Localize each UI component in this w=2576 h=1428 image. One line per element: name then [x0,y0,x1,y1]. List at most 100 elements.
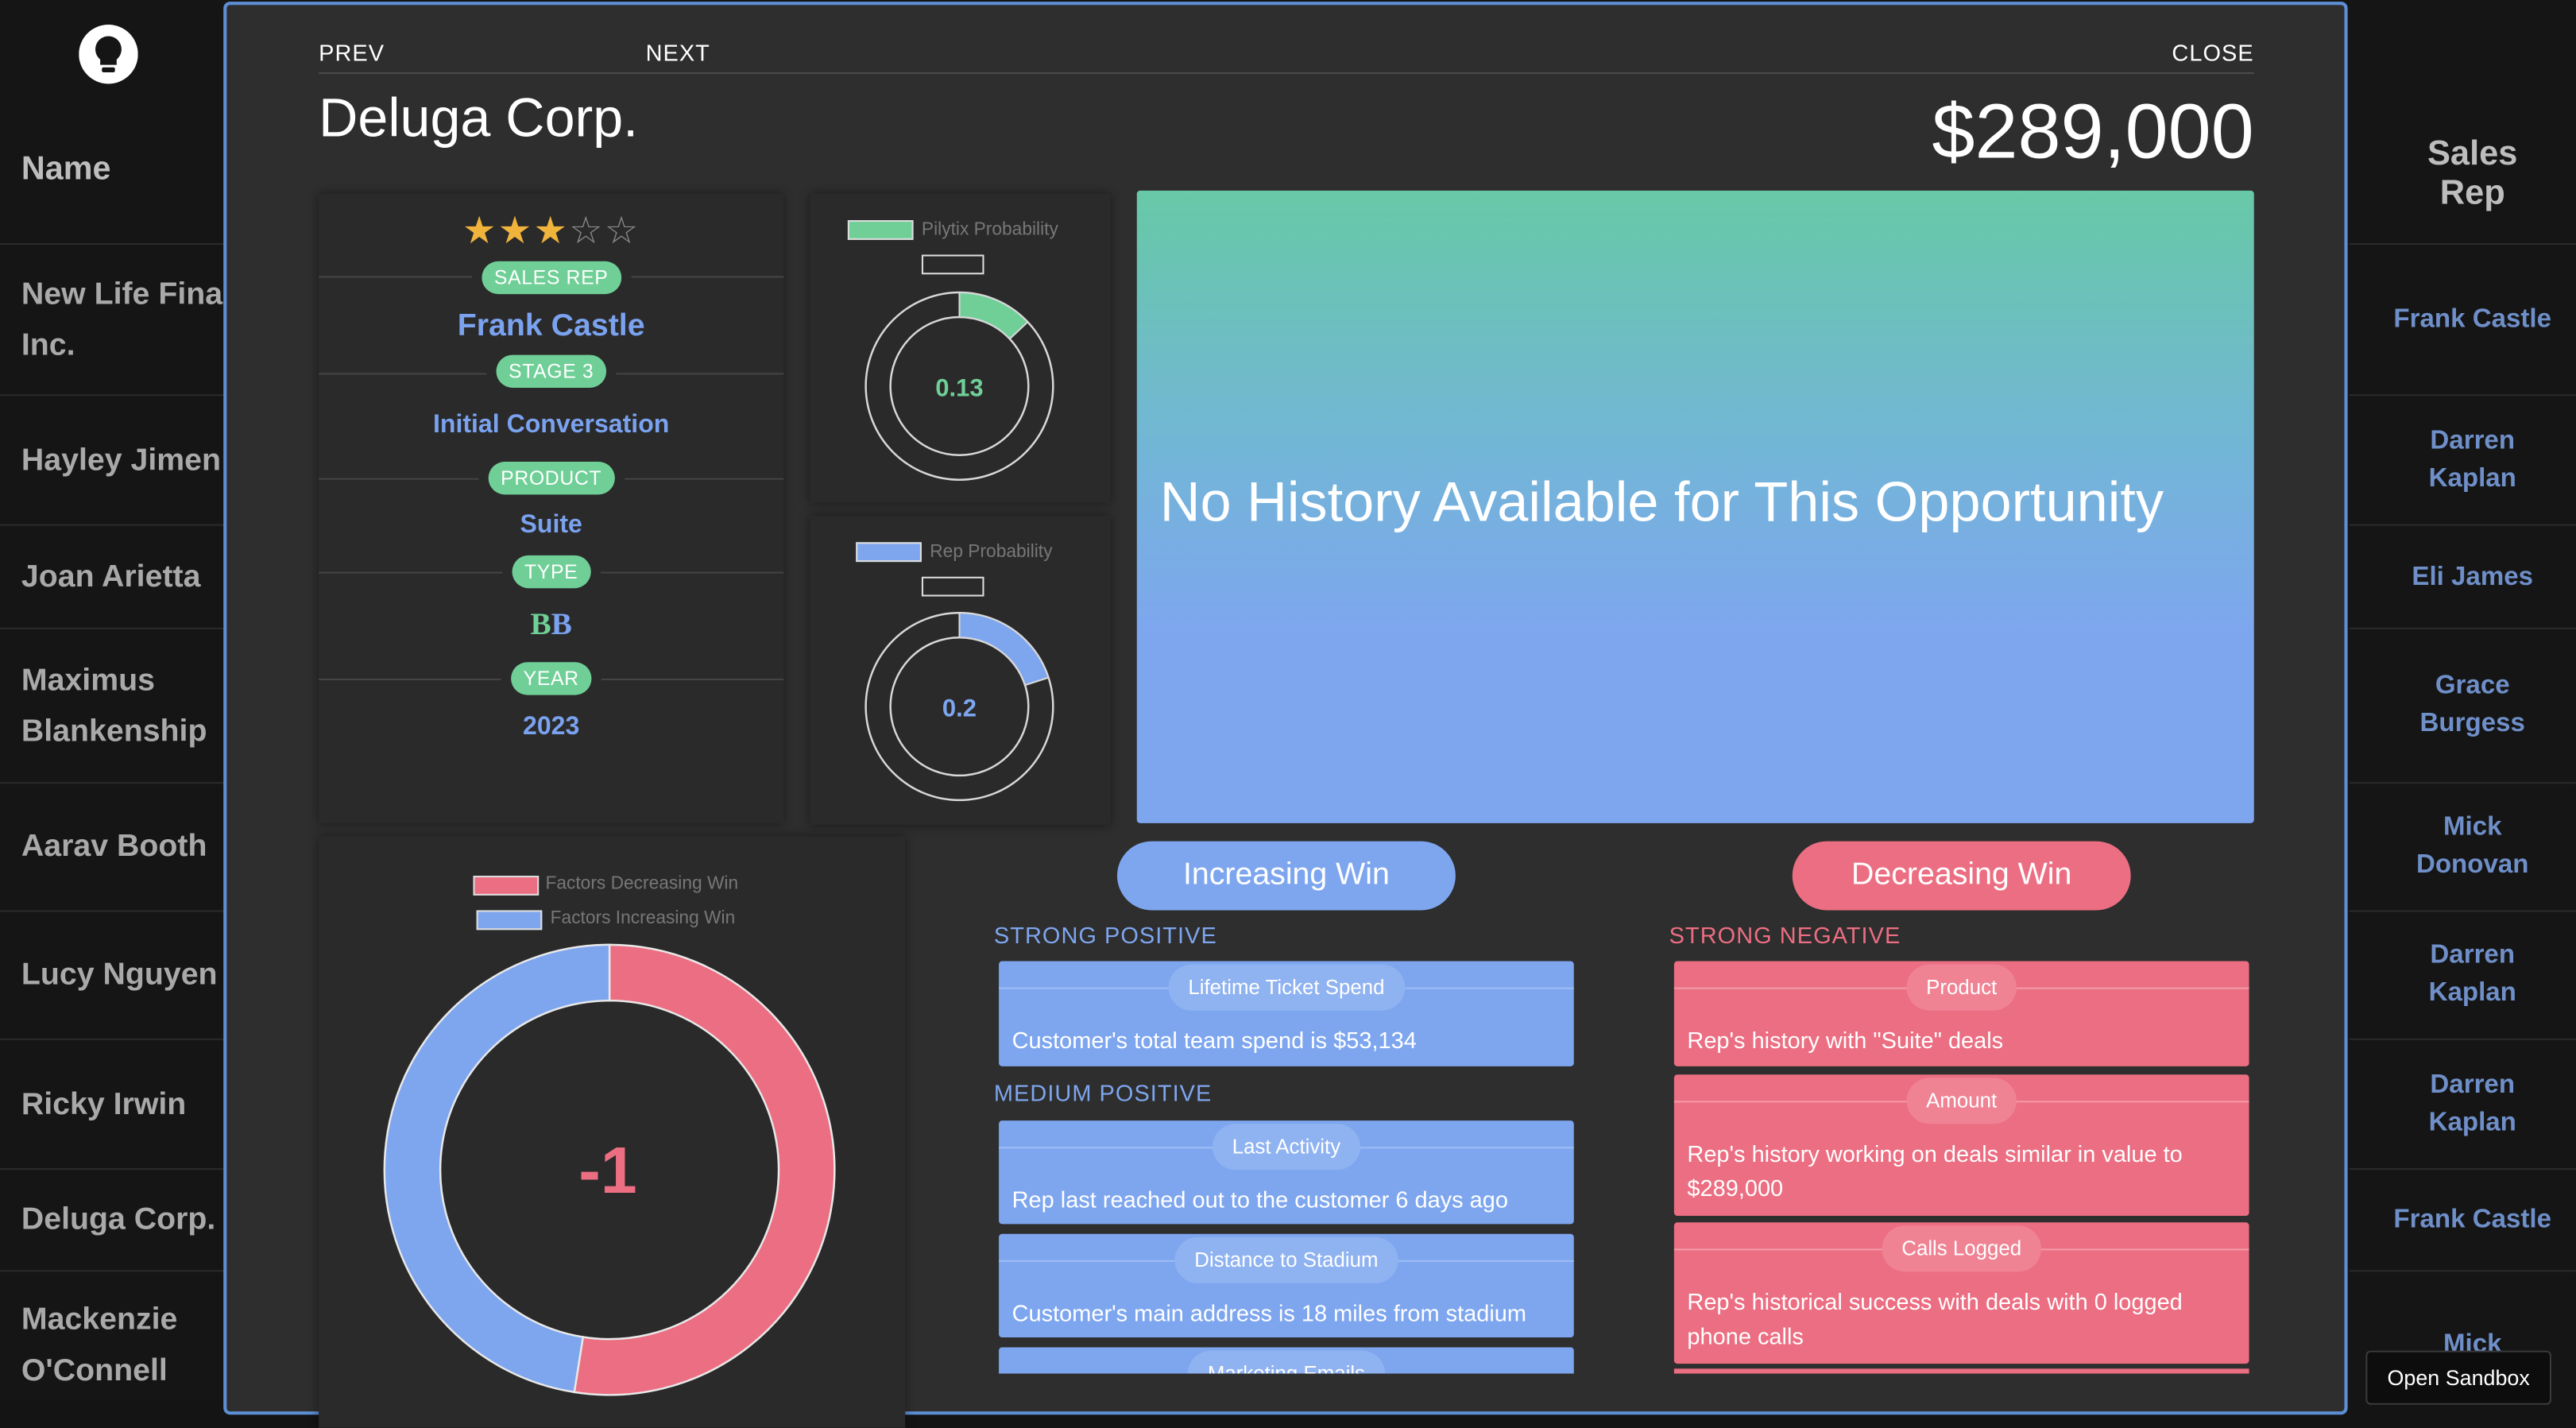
row-name: Aarav Booth [21,830,207,865]
table-row[interactable]: Grace Burgess [2349,627,2576,784]
type-label: TYPE [511,555,591,589]
row-name: Maximus [21,664,156,699]
company-name: Deluga Corp. [319,87,639,149]
sales-rep-column-header[interactable]: Sales Rep [2365,135,2576,214]
open-sandbox-button[interactable]: Open Sandbox [2365,1350,2551,1405]
pilytix-legend-label: Pilytix Probability [921,220,1058,240]
table-row[interactable]: Joan Arietta [0,524,230,629]
stage-value: Initial Conversation [432,410,670,439]
table-row[interactable]: New Life Fina Inc. [0,243,230,396]
product-value: Suite [520,511,582,540]
row-name: Hayley Jimen [21,443,222,478]
type-value: BB [319,608,783,644]
row-name: Inc. [21,328,75,363]
increasing-legend-swatch [476,910,543,931]
medium-positive-heading: MEDIUM POSITIVE [993,1079,1213,1106]
type-value-right: B [551,608,572,643]
factor-card[interactable]: Amount Rep's history working on deals si… [1673,1074,2249,1217]
pilytix-probability-value: 0.13 [935,373,983,401]
decreasing-legend-label: Factors Decreasing Win [545,873,739,894]
table-row[interactable]: Darren Kaplan [2349,1038,2576,1170]
star-empty-icon: ☆ [604,208,640,252]
factor-description: Rep's history with "Suite" deals [1687,1027,2004,1054]
factor-description: Rep's historical success with deals with… [1687,1287,2183,1349]
row-name: New Life Fina [21,277,223,312]
rep-legend-label: Rep Probability [930,542,1053,563]
star-filled-icon: ★ [533,208,570,252]
row-name: Blankenship [21,714,207,749]
row-sales-rep: Burgess [2419,710,2525,738]
factor-card[interactable]: Calls Logged Rep's historical success wi… [1673,1222,2249,1364]
modal-navigation: PREV NEXT CLOSE [319,40,2254,75]
decreasing-win-button[interactable]: Decreasing Win [1792,841,2131,911]
table-row[interactable]: Frank Castle [2349,1168,2576,1271]
row-sales-rep: Darren [2430,941,2516,969]
row-sales-rep: Darren [2430,1070,2516,1099]
close-button[interactable]: CLOSE [2172,40,2253,66]
history-empty-message: No History Available for This Opportunit… [1159,471,2164,534]
year-value: 2023 [523,713,580,741]
strong-negative-heading: STRONG NEGATIVE [1669,921,1901,949]
row-name: Lucy Nguyen [21,958,218,993]
win-factors-card: Factors Decreasing Win Factors Increasin… [319,836,906,1428]
stage-label: STAGE 3 [495,354,607,388]
strong-positive-heading: STRONG POSITIVE [993,921,1217,949]
table-row[interactable]: Eli James [2349,524,2576,629]
row-sales-rep: Mick [2443,813,2502,842]
table-row[interactable]: Lucy Nguyen [0,910,230,1039]
rep-probability-gauge: 0.2 [864,611,1054,802]
table-row[interactable]: Mick Donovan [2349,782,2576,911]
factor-card[interactable]: Marketing Emails [999,1347,1574,1374]
star-rating: ★★★☆☆ [319,209,783,253]
product-label: PRODUCT [487,461,615,495]
factor-tag: Distance to Stadium [1174,1236,1398,1283]
decreasing-legend-swatch [473,876,540,896]
table-row[interactable]: Deluga Corp. [0,1168,230,1271]
row-sales-rep: Kaplan [2428,979,2516,1008]
rep-probability-value: 0.2 [942,694,977,722]
factor-description: Rep's history working on deals similar i… [1687,1140,2183,1202]
table-row[interactable]: Ricky Irwin [0,1038,230,1170]
row-sales-rep: Kaplan [2428,464,2516,493]
legend-box [921,576,984,597]
rep-probability-card: Rep Probability 0.2 [810,516,1111,825]
factor-description: Rep last reached out to the customer 6 d… [1011,1186,1508,1213]
star-filled-icon: ★ [497,208,534,252]
sales-rep-label: SALES REP [481,261,621,295]
row-sales-rep: Donovan [2415,851,2529,880]
lightbulb-logo-icon[interactable] [79,25,138,84]
factor-description: Customer's main address is 18 miles from… [1011,1299,1527,1326]
rep-gauge-fill [958,612,1050,687]
next-button[interactable]: NEXT [646,40,710,66]
pilytix-probability-gauge: 0.13 [864,291,1054,481]
table-row[interactable]: Darren Kaplan [2349,910,2576,1039]
prev-button[interactable]: PREV [319,40,385,66]
factor-card[interactable]: Lifetime Ticket Spend Customer's total t… [999,961,1574,1066]
factor-tag: Amount [1906,1078,2017,1124]
pilytix-probability-card: Pilytix Probability 0.13 [810,193,1111,503]
star-filled-icon: ★ [462,208,498,252]
sales-rep-header-line: Sales [2427,134,2518,173]
factor-tag: Product [1906,964,2017,1011]
table-row[interactable]: Frank Castle [2349,243,2576,396]
factor-card[interactable]: Distance to Stadium Customer's main addr… [999,1233,1574,1338]
table-row[interactable]: Hayley Jimen [0,394,230,525]
factor-tag: Lifetime Ticket Spend [1168,964,1405,1011]
factor-tag: Calls Logged [1882,1225,2041,1272]
factor-card[interactable]: Product Rep's history with "Suite" deals [1673,961,2249,1066]
increasing-win-button[interactable]: Increasing Win [1116,841,1456,911]
factor-list-clip: Marketing Emails [986,1347,1594,1374]
row-name: Joan Arietta [21,559,201,594]
name-column-header[interactable]: Name [21,151,111,189]
table-row[interactable]: Mackenzie O'Connell [0,1270,230,1419]
donut-increasing-segment [383,943,611,1394]
row-name: Mackenzie [21,1302,178,1338]
sales-rep-value: Frank Castle [457,308,645,344]
factor-card[interactable]: Last Activity Rep last reached out to th… [999,1120,1574,1225]
table-row[interactable]: Aarav Booth [0,782,230,911]
table-row[interactable]: Maximus Blankenship [0,627,230,784]
sales-rep-header-line: Rep [2439,174,2505,212]
factor-card-edge [1673,1368,2249,1374]
table-row[interactable]: Darren Kaplan [2349,394,2576,525]
win-factors-score: -1 [578,1133,637,1207]
